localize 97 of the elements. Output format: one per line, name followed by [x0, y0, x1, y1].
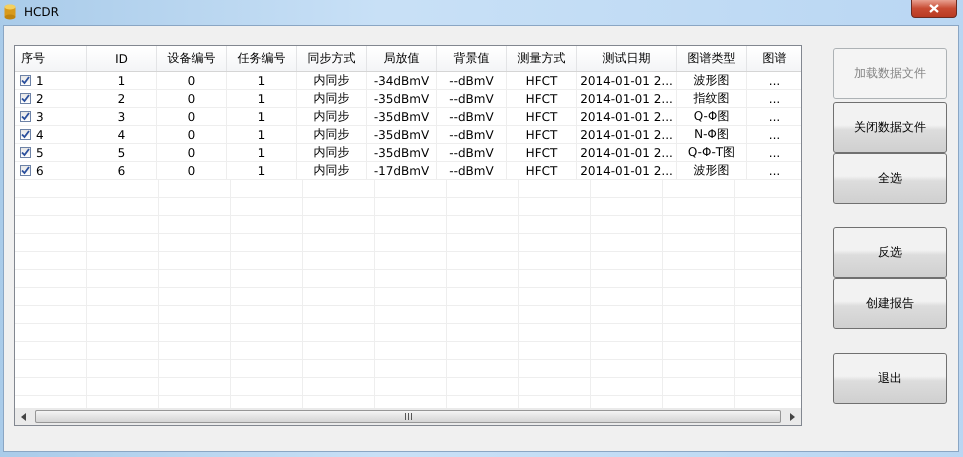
table-cell: --dBmV [449, 74, 494, 88]
table-cell: HFCT [526, 146, 558, 160]
table-cell: 内同步 [314, 72, 350, 89]
scroll-right-icon[interactable] [789, 412, 795, 420]
table-cell: 1 [258, 110, 266, 124]
table-cell: 2014-01-01 2... [580, 164, 673, 178]
table-cell: 波形图 [694, 162, 730, 179]
table-cell: 1 [258, 164, 266, 178]
table-cell: 内同步 [314, 126, 350, 143]
table-cell: 6 [36, 164, 44, 178]
table-cell: ... [768, 146, 780, 160]
table-cell: HFCT [526, 110, 558, 124]
row-checkbox[interactable] [20, 75, 31, 86]
grip-icon [404, 413, 412, 420]
row-checkbox[interactable] [20, 129, 31, 140]
table-cell: 1 [258, 146, 266, 160]
table-cell: Q-Φ图 [694, 108, 730, 125]
table-cell: -35dBmV [374, 110, 430, 124]
table-cell: 内同步 [314, 144, 350, 161]
column-header[interactable]: ID [87, 46, 157, 71]
close-button[interactable] [911, 0, 957, 18]
table-cell: 5 [118, 146, 126, 160]
table-cell: ... [768, 164, 780, 178]
table-cell: ... [768, 110, 780, 124]
column-header[interactable]: 背景值 [437, 46, 507, 71]
row-checkbox[interactable] [20, 111, 31, 122]
table-cell: 1 [36, 74, 44, 88]
table-cell: -35dBmV [374, 92, 430, 106]
scroll-left-icon[interactable] [21, 412, 27, 420]
table-cell: -17dBmV [374, 164, 430, 178]
table-cell: 2014-01-01 2... [580, 92, 673, 106]
table-cell: 0 [188, 128, 196, 142]
table-cell: 4 [36, 128, 44, 142]
table-cell: 内同步 [314, 90, 350, 107]
table-cell: 2 [36, 92, 44, 106]
database-icon [4, 4, 16, 20]
horizontal-scrollbar[interactable] [15, 408, 801, 425]
action-button[interactable]: 退出 [833, 353, 947, 404]
table-cell: 2014-01-01 2... [580, 110, 673, 124]
table-cell: --dBmV [449, 146, 494, 160]
table-cell: -34dBmV [374, 74, 430, 88]
table-cell: 1 [258, 74, 266, 88]
column-header[interactable]: 序号 [15, 46, 87, 71]
row-checkbox[interactable] [20, 147, 31, 158]
column-header[interactable]: 测试日期 [577, 46, 677, 71]
table-cell: HFCT [526, 164, 558, 178]
scrollbar-thumb[interactable] [35, 410, 781, 423]
table-cell: 0 [188, 146, 196, 160]
table-cell: 2014-01-01 2... [580, 128, 673, 142]
table-cell: --dBmV [449, 128, 494, 142]
table-cell: 3 [36, 110, 44, 124]
window-title: HCDR [24, 4, 59, 18]
action-button[interactable]: 关闭数据文件 [833, 102, 947, 153]
table-cell: 内同步 [314, 108, 350, 125]
column-header[interactable]: 设备编号 [157, 46, 227, 71]
row-checkbox[interactable] [20, 165, 31, 176]
table-cell: Q-Φ-T图 [688, 144, 736, 161]
table-cell: 3 [118, 110, 126, 124]
action-button[interactable]: 创建报告 [833, 278, 947, 329]
action-button[interactable]: 反选 [833, 227, 947, 278]
table-cell: 1 [258, 92, 266, 106]
table-cell: -35dBmV [374, 128, 430, 142]
close-icon [929, 4, 939, 13]
table-cell: 0 [188, 164, 196, 178]
table-cell: ... [768, 92, 780, 106]
row-checkbox[interactable] [20, 93, 31, 104]
table-cell: 0 [188, 92, 196, 106]
table-cell: 4 [118, 128, 126, 142]
table-cell: 1 [118, 74, 126, 88]
table-cell: HFCT [526, 128, 558, 142]
table-cell: 0 [188, 74, 196, 88]
action-button[interactable]: 全选 [833, 153, 947, 204]
table-cell: ... [768, 74, 780, 88]
table-cell: 1 [258, 128, 266, 142]
table-cell: 6 [118, 164, 126, 178]
table-cell: --dBmV [449, 164, 494, 178]
table-cell: 2 [118, 92, 126, 106]
table-cell: --dBmV [449, 92, 494, 106]
column-header[interactable]: 同步方式 [297, 46, 367, 71]
table-cell: 0 [188, 110, 196, 124]
column-header[interactable]: 图谱类型 [677, 46, 747, 71]
column-header[interactable]: 图谱 [747, 46, 801, 71]
table-cell: -35dBmV [374, 146, 430, 160]
table-cell: N-Φ图 [694, 126, 729, 143]
table-cell: ... [768, 128, 780, 142]
table-cell: 波形图 [694, 72, 730, 89]
column-header[interactable]: 任务编号 [227, 46, 297, 71]
table-cell: --dBmV [449, 110, 494, 124]
table-cell: 5 [36, 146, 44, 160]
table-cell: 2014-01-01 2... [580, 146, 673, 160]
table-cell: 内同步 [314, 162, 350, 179]
table-cell: HFCT [526, 92, 558, 106]
column-header[interactable]: 测量方式 [507, 46, 577, 71]
table-cell: HFCT [526, 74, 558, 88]
column-header[interactable]: 局放值 [367, 46, 437, 71]
table-cell: 指纹图 [694, 90, 730, 107]
table-cell: 2014-01-01 2... [580, 74, 673, 88]
